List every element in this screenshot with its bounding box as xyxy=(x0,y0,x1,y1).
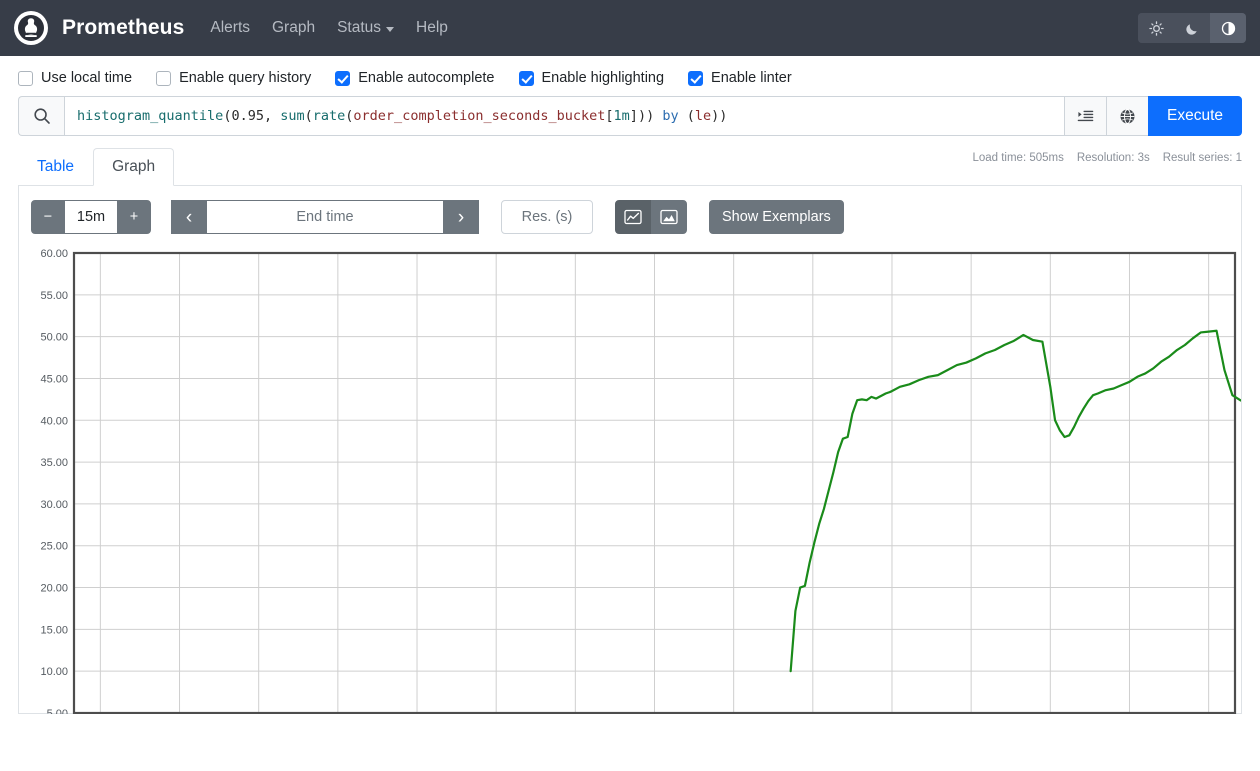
y-axis-tick-label: 20.00 xyxy=(40,583,68,595)
enable-highlighting-checkbox[interactable] xyxy=(519,71,534,86)
y-axis-tick-label: 30.00 xyxy=(40,499,68,511)
option-use-local-time[interactable]: Use local time xyxy=(18,70,132,86)
use-local-time-label: Use local time xyxy=(41,70,132,86)
load-time-stat: Load time: 505ms xyxy=(972,152,1063,164)
query-token: le xyxy=(695,108,711,124)
query-token: [ xyxy=(605,108,613,124)
half-circle-icon xyxy=(1221,21,1236,36)
theme-switcher xyxy=(1138,13,1246,43)
dark-theme-button[interactable] xyxy=(1174,13,1210,43)
query-token: histogram_quantile xyxy=(77,108,223,124)
query-token: 1m xyxy=(614,108,630,124)
resolution-input[interactable]: Res. (s) xyxy=(501,200,593,234)
nav-link-alerts[interactable]: Alerts xyxy=(210,19,250,37)
enable-linter-label: Enable linter xyxy=(711,70,792,86)
range-input-group: − 15m + xyxy=(31,200,151,234)
enable-autocomplete-label: Enable autocomplete xyxy=(358,70,494,86)
query-input[interactable]: histogram_quantile(0.95, sum(rate(order_… xyxy=(64,96,1064,136)
use-local-time-checkbox[interactable] xyxy=(18,71,33,86)
line-chart-button[interactable] xyxy=(615,200,651,234)
enable-autocomplete-checkbox[interactable] xyxy=(335,71,350,86)
increase-range-button[interactable]: + xyxy=(117,200,151,234)
option-enable-linter[interactable]: Enable linter xyxy=(688,70,792,86)
end-time-input[interactable]: End time xyxy=(207,200,443,234)
format-query-icon xyxy=(1077,108,1094,125)
query-token: sum xyxy=(280,108,304,124)
y-axis-tick-label: 50.00 xyxy=(40,332,68,344)
graph-chart[interactable]: 60.00 55.00 50.00 45.00 40.00 35.00 30.00 25.00… xyxy=(31,244,1241,714)
series-line xyxy=(791,296,1241,671)
query-token: rate xyxy=(313,108,346,124)
y-axis-tick-label: 55.00 xyxy=(40,290,68,302)
search-icon xyxy=(18,96,64,136)
light-theme-button[interactable] xyxy=(1138,13,1174,43)
format-query-button[interactable] xyxy=(1064,96,1106,136)
enable-linter-checkbox[interactable] xyxy=(688,71,703,86)
show-exemplars-button[interactable]: Show Exemplars xyxy=(709,200,844,234)
graph-panel: − 15m + ‹ End time › Res. (s) xyxy=(18,186,1242,714)
auto-theme-button[interactable] xyxy=(1210,13,1246,43)
query-expression-text: histogram_quantile(0.95, sum(rate(order_… xyxy=(77,108,727,124)
line-chart-icon xyxy=(624,208,642,226)
query-stats: Load time: 505ms Resolution: 3s Result s… xyxy=(972,152,1242,164)
enable-highlighting-label: Enable highlighting xyxy=(542,70,665,86)
query-token: 0.95 xyxy=(231,108,264,124)
decrease-range-button[interactable]: − xyxy=(31,200,65,234)
previous-time-button[interactable]: ‹ xyxy=(171,200,207,234)
range-input[interactable]: 15m xyxy=(65,200,117,234)
chevron-down-icon xyxy=(386,27,394,32)
y-axis-tick-label: 45.00 xyxy=(40,373,68,385)
query-options-row: Use local time Enable query history Enab… xyxy=(0,56,1260,96)
result-tabs-bar: Table Graph Load time: 505ms Resolution:… xyxy=(0,148,1260,186)
timeseries-plot[interactable]: 60.00 55.00 50.00 45.00 40.00 35.00 30.00 25.00… xyxy=(31,244,1241,714)
tab-table[interactable]: Table xyxy=(18,148,93,186)
y-axis-tick-label: 40.00 xyxy=(40,415,68,427)
query-token: )) xyxy=(638,108,662,124)
result-series-stat: Result series: 1 xyxy=(1163,152,1242,164)
brand-title[interactable]: Prometheus xyxy=(62,16,184,40)
y-axis-tick-label: 5.00 xyxy=(47,708,68,714)
query-token: by xyxy=(662,108,678,124)
tab-graph[interactable]: Graph xyxy=(93,148,174,186)
sun-icon xyxy=(1149,21,1164,36)
query-token: order_completion_seconds_bucket xyxy=(353,108,605,124)
nav-link-graph[interactable]: Graph xyxy=(272,19,315,37)
query-token: ( xyxy=(679,108,695,124)
enable-query-history-checkbox[interactable] xyxy=(156,71,171,86)
option-enable-query-history[interactable]: Enable query history xyxy=(156,70,311,86)
option-enable-autocomplete[interactable]: Enable autocomplete xyxy=(335,70,494,86)
query-token: )) xyxy=(711,108,727,124)
y-axis-tick-label: 15.00 xyxy=(40,624,68,636)
query-token: ( xyxy=(305,108,313,124)
stacked-chart-button[interactable] xyxy=(651,200,687,234)
option-enable-highlighting[interactable]: Enable highlighting xyxy=(519,70,665,86)
query-bar: histogram_quantile(0.95, sum(rate(order_… xyxy=(0,96,1260,136)
moon-icon xyxy=(1185,21,1200,36)
end-time-group: ‹ End time › xyxy=(171,200,479,234)
graph-controls: − 15m + ‹ End time › Res. (s) xyxy=(31,200,1229,234)
prometheus-logo-icon xyxy=(14,11,48,45)
stacked-area-icon xyxy=(660,208,678,226)
y-axis-tick-label: 35.00 xyxy=(40,457,68,469)
next-time-button[interactable]: › xyxy=(443,200,479,234)
nav-link-status-label: Status xyxy=(337,19,381,37)
nav-link-status[interactable]: Status xyxy=(337,19,394,37)
y-axis-tick-label: 60.00 xyxy=(40,248,68,260)
enable-query-history-label: Enable query history xyxy=(179,70,311,86)
query-explain-globe-button[interactable] xyxy=(1106,96,1148,136)
y-axis-tick-label: 25.00 xyxy=(40,541,68,553)
resolution-stat: Resolution: 3s xyxy=(1077,152,1150,164)
chart-type-toggle xyxy=(615,200,687,234)
nav-link-graph-label: Graph xyxy=(272,19,315,37)
nav-link-help[interactable]: Help xyxy=(416,19,448,37)
nav-link-help-label: Help xyxy=(416,19,448,37)
query-token: , xyxy=(264,108,280,124)
query-token: ] xyxy=(630,108,638,124)
y-axis-tick-label: 10.00 xyxy=(40,666,68,678)
execute-button[interactable]: Execute xyxy=(1148,96,1242,136)
navbar: Prometheus Alerts Graph Status Help xyxy=(0,0,1260,56)
globe-icon xyxy=(1119,108,1136,125)
nav-link-alerts-label: Alerts xyxy=(210,19,250,37)
